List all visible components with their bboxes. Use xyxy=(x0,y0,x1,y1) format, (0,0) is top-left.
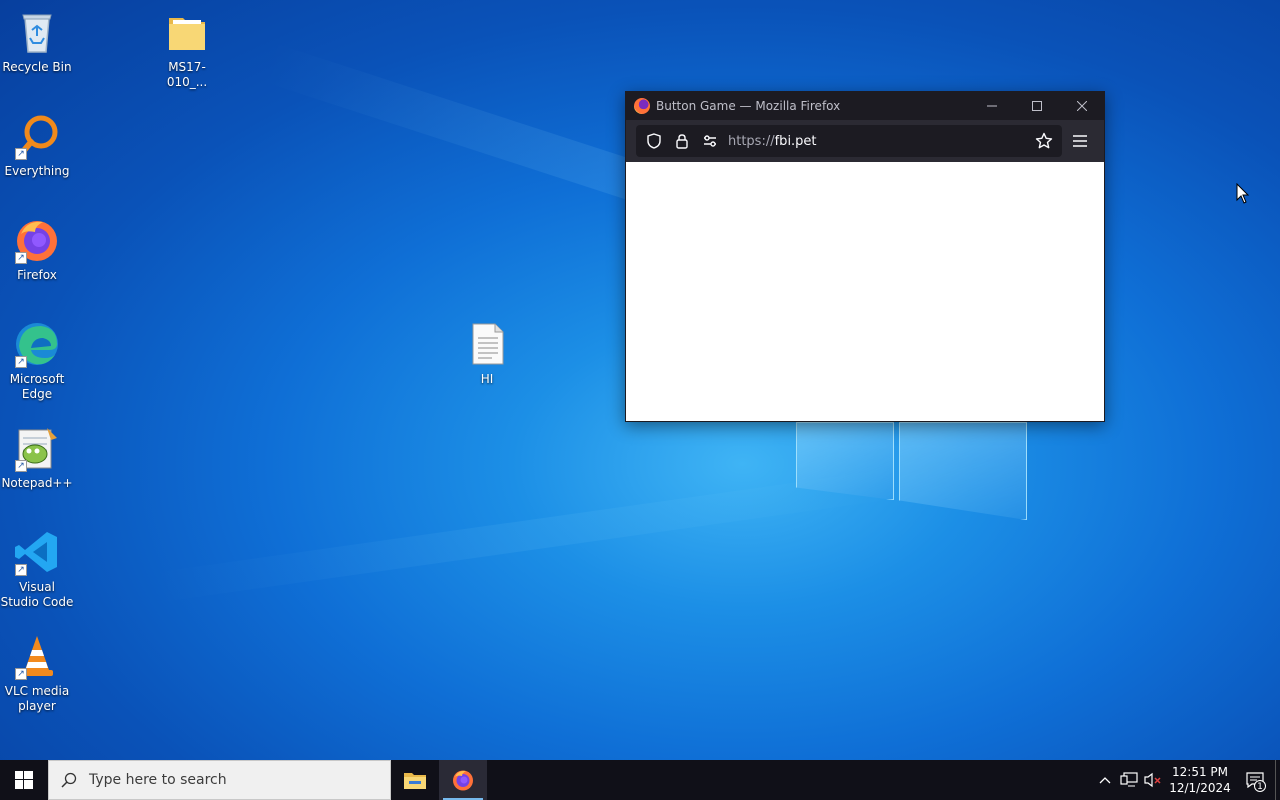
everything-search-icon: ↗ xyxy=(13,112,61,160)
firefox-titlebar[interactable]: Button Game — Mozilla Firefox xyxy=(626,92,1104,120)
desktop: Recycle Bin MS17-010_... ↗ Everything ↗ … xyxy=(0,0,1280,760)
windows-logo-icon xyxy=(15,771,33,789)
notepad-plus-plus-icon: ↗ xyxy=(13,424,61,472)
action-center-button[interactable]: 1 xyxy=(1235,760,1275,800)
taskbar-search-box[interactable]: Type here to search xyxy=(48,760,391,800)
notification-count-badge: 1 xyxy=(1254,780,1266,792)
mouse-cursor-icon xyxy=(1236,183,1250,204)
firefox-icon: ↗ xyxy=(13,216,61,264)
hamburger-menu-icon xyxy=(1073,135,1087,147)
network-icon[interactable] xyxy=(1117,760,1141,800)
permissions-icon[interactable] xyxy=(696,127,724,155)
file-explorer-icon xyxy=(404,773,426,789)
bookmark-star-icon[interactable] xyxy=(1030,127,1058,155)
start-button[interactable] xyxy=(0,760,48,800)
clock-date: 12/1/2024 xyxy=(1169,781,1231,795)
recycle-bin-icon xyxy=(13,8,61,56)
desktop-icon-vlc-media-player[interactable]: ↗ VLC media player xyxy=(0,632,74,714)
vscode-icon: ↗ xyxy=(13,528,61,576)
shortcut-arrow-icon: ↗ xyxy=(15,564,27,576)
edge-icon: ↗ xyxy=(13,320,61,368)
desktop-icon-label: Firefox xyxy=(17,268,57,282)
minimize-button[interactable] xyxy=(969,92,1014,120)
tracking-protection-shield-icon[interactable] xyxy=(640,127,668,155)
clock-time: 12:51 PM xyxy=(1172,765,1228,779)
shortcut-arrow-icon: ↗ xyxy=(15,148,27,160)
show-hidden-icons-chevron-up-icon[interactable] xyxy=(1093,760,1117,800)
windows-logo-pane xyxy=(899,422,1027,520)
url-host: fbi.pet xyxy=(774,133,817,149)
text-file-icon xyxy=(463,320,511,368)
desktop-icon-label: VLC media player xyxy=(4,684,70,713)
system-tray: 12:51 PM 12/1/2024 1 xyxy=(1093,760,1280,800)
shortcut-arrow-icon: ↗ xyxy=(15,668,27,680)
window-title: Button Game — Mozilla Firefox xyxy=(656,99,841,113)
taskbar-clock[interactable]: 12:51 PM 12/1/2024 xyxy=(1165,764,1235,796)
folder-icon xyxy=(163,8,211,56)
desktop-icon-visual-studio-code[interactable]: ↗ Visual Studio Code xyxy=(0,528,74,610)
vlc-cone-icon: ↗ xyxy=(13,632,61,680)
desktop-icon-notepad-plus-plus[interactable]: ↗ Notepad++ xyxy=(0,424,74,491)
shortcut-arrow-icon: ↗ xyxy=(15,460,27,472)
close-icon xyxy=(1076,101,1087,111)
firefox-window[interactable]: Button Game — Mozilla Firefox https://fb… xyxy=(625,91,1105,422)
search-placeholder: Type here to search xyxy=(89,772,227,788)
page-content[interactable] xyxy=(626,162,1104,421)
shortcut-arrow-icon: ↗ xyxy=(15,356,27,368)
desktop-icon-label: Everything xyxy=(4,164,70,178)
minimize-icon xyxy=(986,105,997,107)
desktop-icon-firefox[interactable]: ↗ Firefox xyxy=(0,216,74,283)
maximize-button[interactable] xyxy=(1014,92,1059,120)
desktop-icon-label: HI xyxy=(480,372,494,386)
desktop-icon-label: Visual Studio Code xyxy=(0,580,74,609)
search-icon xyxy=(49,772,89,788)
lock-icon[interactable] xyxy=(668,127,696,155)
firefox-toolbar: https://fbi.pet xyxy=(626,120,1104,162)
wallpaper-light-beam xyxy=(151,467,909,603)
firefox-icon xyxy=(453,770,473,791)
hamburger-menu-button[interactable] xyxy=(1062,125,1098,157)
desktop-icon-label: Recycle Bin xyxy=(2,60,72,74)
shortcut-arrow-icon: ↗ xyxy=(15,252,27,264)
firefox-icon xyxy=(634,98,650,114)
desktop-icon-label: Notepad++ xyxy=(1,476,73,490)
volume-muted-icon[interactable] xyxy=(1141,760,1165,800)
desktop-icon-label: Microsoft Edge xyxy=(9,372,65,401)
desktop-icon-hi-text-file[interactable]: HI xyxy=(450,320,524,387)
url-text[interactable]: https://fbi.pet xyxy=(728,134,1030,149)
taskbar: Type here to search 12:51 PM 12/1/2024 1 xyxy=(0,760,1280,800)
desktop-icon-everything[interactable]: ↗ Everything xyxy=(0,112,74,179)
taskbar-firefox[interactable] xyxy=(439,760,487,800)
desktop-icon-label: MS17-010_... xyxy=(166,60,208,89)
url-scheme: https:// xyxy=(728,133,775,149)
taskbar-file-explorer[interactable] xyxy=(391,760,439,800)
windows-logo-pane xyxy=(796,422,894,500)
maximize-icon xyxy=(1031,101,1042,111)
close-button[interactable] xyxy=(1059,92,1104,120)
desktop-icon-ms17-010-folder[interactable]: MS17-010_... xyxy=(150,8,224,90)
address-bar[interactable]: https://fbi.pet xyxy=(636,125,1062,157)
desktop-icon-recycle-bin[interactable]: Recycle Bin xyxy=(0,8,74,75)
show-desktop-button[interactable] xyxy=(1275,760,1280,800)
desktop-icon-microsoft-edge[interactable]: ↗ Microsoft Edge xyxy=(0,320,74,402)
